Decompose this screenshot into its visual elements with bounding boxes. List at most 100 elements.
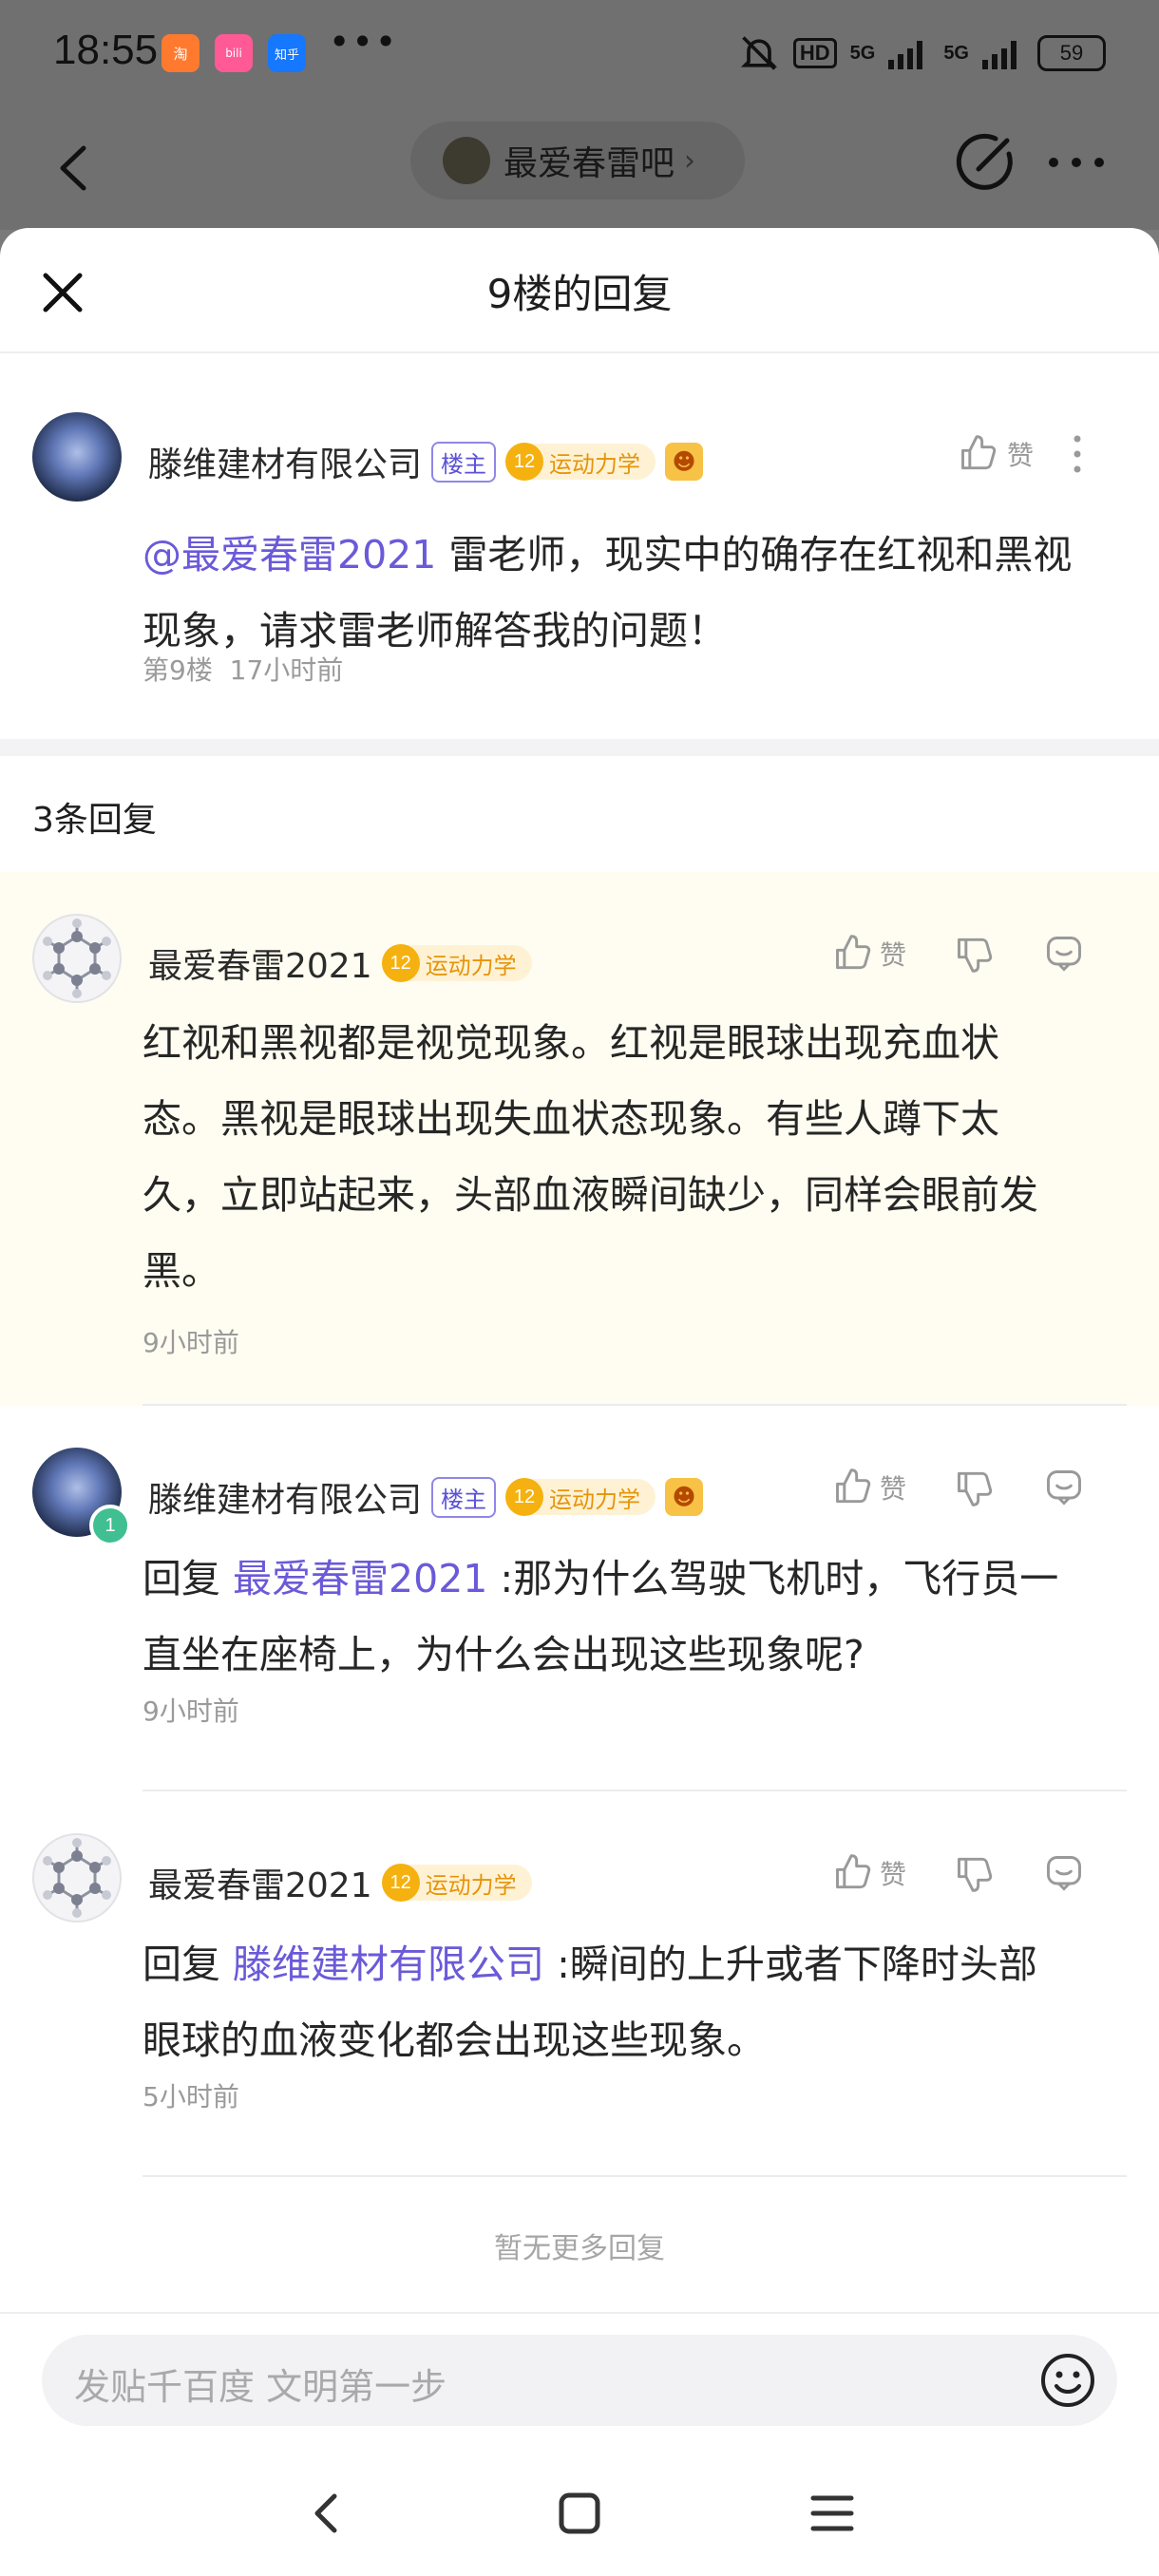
divider	[142, 2175, 1127, 2177]
molecule-avatar-icon	[43, 919, 111, 998]
author-name[interactable]: 滕维建材有限公司	[148, 1472, 422, 1522]
back-arrow-icon[interactable]	[42, 135, 108, 201]
reply-text-3: 久，立即站起来，头部血液瞬间缺少，同样会眼前发	[142, 1172, 1038, 1218]
post-time: 17小时前	[229, 654, 344, 686]
avatar[interactable]	[32, 412, 122, 502]
level-indicator-badge: 1	[89, 1505, 131, 1546]
reply-body: 回复 滕维建材有限公司 :瞬间的上升或者下降时头部眼球的血液变化都会出现这些现象…	[142, 1926, 1130, 2078]
molecule-avatar-icon	[43, 1838, 111, 1918]
like-label: 赞	[880, 1859, 907, 1890]
section-gap	[0, 739, 1159, 756]
reply-prefix: 回复	[142, 1941, 234, 1987]
reply-text-2: 态。黑视是眼球出现失血状态现象。有些人蹲下太	[142, 1096, 999, 1142]
chevron-right-icon: ›	[684, 143, 696, 178]
system-back-icon[interactable]	[296, 2483, 357, 2544]
reply-body: 红视和黑视都是视觉现象。红视是眼球出现充血状 态。黑视是眼球出现失血状态现象。有些…	[142, 1005, 1130, 1309]
like-label: 赞	[1007, 440, 1035, 471]
main-post: 滕维建材有限公司 楼主 12 运动力学 ☻ 赞 @最爱春雷2021 雷老师，现实中…	[0, 351, 1159, 686]
signal-bars-icon	[888, 41, 923, 69]
share-edit-icon[interactable]	[954, 131, 1016, 194]
emoji-icon[interactable]	[1037, 2350, 1098, 2411]
mute-icon	[740, 36, 777, 70]
thumbs-down-icon[interactable]	[954, 1467, 996, 1508]
system-menu-icon[interactable]	[802, 2483, 863, 2544]
sheet-header: 9楼的回复	[0, 228, 1159, 353]
system-home-icon[interactable]	[549, 2483, 610, 2544]
battery-icon: 59	[1037, 35, 1106, 71]
reply-actions: 赞	[832, 933, 1085, 975]
reply-item-3: 最爱春雷2021 12 运动力学 赞 回复 滕维建材有限公司 :瞬间的上升或者下降…	[0, 1791, 1159, 2177]
thumbs-down-icon[interactable]	[954, 1852, 996, 1894]
more-vertical-icon[interactable]	[1068, 433, 1087, 475]
reply-to-link[interactable]: 最爱春雷2021	[233, 1556, 487, 1601]
author-line: 最爱春雷2021 12 运动力学	[148, 1858, 532, 1907]
forum-name: 最爱春雷吧	[504, 144, 675, 183]
medal-icon: ☻	[665, 1478, 704, 1516]
post-text-2: 现象，请求雷老师解答我的问题！	[142, 608, 727, 653]
mention-link[interactable]: @最爱春雷2021	[142, 532, 436, 578]
level-badge: 12 运动力学	[381, 944, 532, 982]
author-name[interactable]: 最爱春雷2021	[148, 938, 372, 988]
post-meta: 第9楼 17小时前	[142, 650, 343, 688]
like-label: 赞	[880, 939, 907, 971]
reply-prefix: 回复	[142, 1556, 234, 1601]
like-label: 赞	[880, 1473, 907, 1505]
thumbs-down-icon[interactable]	[954, 933, 996, 975]
like-button[interactable]: 赞	[832, 1852, 906, 1894]
level-badge: 12 运动力学	[381, 1864, 532, 1902]
more-options-icon[interactable]	[1043, 141, 1110, 184]
like-button[interactable]: 赞	[958, 433, 1034, 475]
reply-text-1: 红视和黑视都是视觉现象。红视是眼球出现充血状	[142, 1020, 999, 1066]
hd-call-icon: HD	[792, 38, 837, 68]
reply-time: 5小时前	[142, 2081, 239, 2112]
medal-icon: ☻	[665, 443, 704, 481]
author-line: 滕维建材有限公司 楼主 12 运动力学 ☻	[148, 1472, 704, 1522]
level-name: 运动力学	[549, 450, 641, 478]
reply-time: 9小时前	[142, 1695, 239, 1727]
reply-sheet: 9楼的回复 滕维建材有限公司 楼主 12 运动力学 ☻ 赞 @最爱春雷2021 雷…	[0, 228, 1159, 2576]
floor-number: 第9楼	[142, 654, 213, 686]
comment-input[interactable]: 发贴千百度 文明第一步	[42, 2335, 1117, 2426]
author-name[interactable]: 滕维建材有限公司	[148, 437, 422, 486]
level-number: 12	[505, 443, 544, 481]
thumbs-up-icon	[961, 435, 997, 470]
reply-actions: 赞	[832, 1467, 1085, 1508]
thumbs-up-icon	[836, 935, 871, 970]
reply-time: 9小时前	[142, 1327, 239, 1358]
post-text-1: 雷老师，现实中的确存在红视和黑视	[436, 532, 1073, 578]
reply-text-1: :瞬间的上升或者下降时头部	[544, 1941, 1037, 1987]
avatar[interactable]	[32, 914, 122, 1003]
forum-avatar	[443, 137, 490, 184]
like-button[interactable]: 赞	[832, 1467, 906, 1508]
input-placeholder: 发贴千百度 文明第一步	[74, 2366, 447, 2408]
bilibili-app-icon: bili	[215, 34, 253, 72]
comment-icon[interactable]	[1043, 933, 1085, 975]
input-divider	[0, 2312, 1159, 2314]
signal-5g-label-1: 5G	[849, 42, 876, 64]
reply-to-link[interactable]: 滕维建材有限公司	[233, 1941, 544, 1987]
owner-tag: 楼主	[431, 441, 497, 483]
level-name: 运动力学	[549, 1486, 641, 1513]
reply-body: 回复 最爱春雷2021 :那为什么驾驶飞机时，飞行员一 直坐在座椅上，为什么会出现…	[142, 1541, 1130, 1693]
status-indicators: HD 5G 5G 59	[738, 32, 1106, 74]
reply-text-1: :那为什么驾驶飞机时，飞行员一	[487, 1556, 1059, 1601]
thumbs-up-icon	[836, 1854, 871, 1889]
level-number: 12	[381, 1864, 420, 1902]
signal-bars-icon-2	[982, 41, 1016, 69]
level-number: 12	[505, 1478, 544, 1516]
author-name[interactable]: 最爱春雷2021	[148, 1858, 372, 1907]
forum-link[interactable]: 最爱春雷吧 ›	[410, 122, 745, 199]
taobao-app-icon: 淘	[162, 34, 200, 72]
level-name: 运动力学	[425, 952, 517, 979]
reply-text-2: 眼球的血液变化都会出现这些现象。	[142, 2017, 766, 2063]
level-name: 运动力学	[425, 1871, 517, 1899]
comment-icon[interactable]	[1043, 1467, 1085, 1508]
like-button[interactable]: 赞	[832, 933, 906, 975]
avatar[interactable]	[32, 1833, 122, 1923]
no-more-replies: 暂无更多回复	[494, 2232, 665, 2265]
thumbs-up-icon	[836, 1468, 871, 1504]
level-badge: 12 运动力学	[505, 1478, 656, 1516]
comment-icon[interactable]	[1043, 1852, 1085, 1894]
reply-actions: 赞	[832, 1852, 1085, 1894]
level-badge: 12 运动力学	[505, 443, 656, 481]
